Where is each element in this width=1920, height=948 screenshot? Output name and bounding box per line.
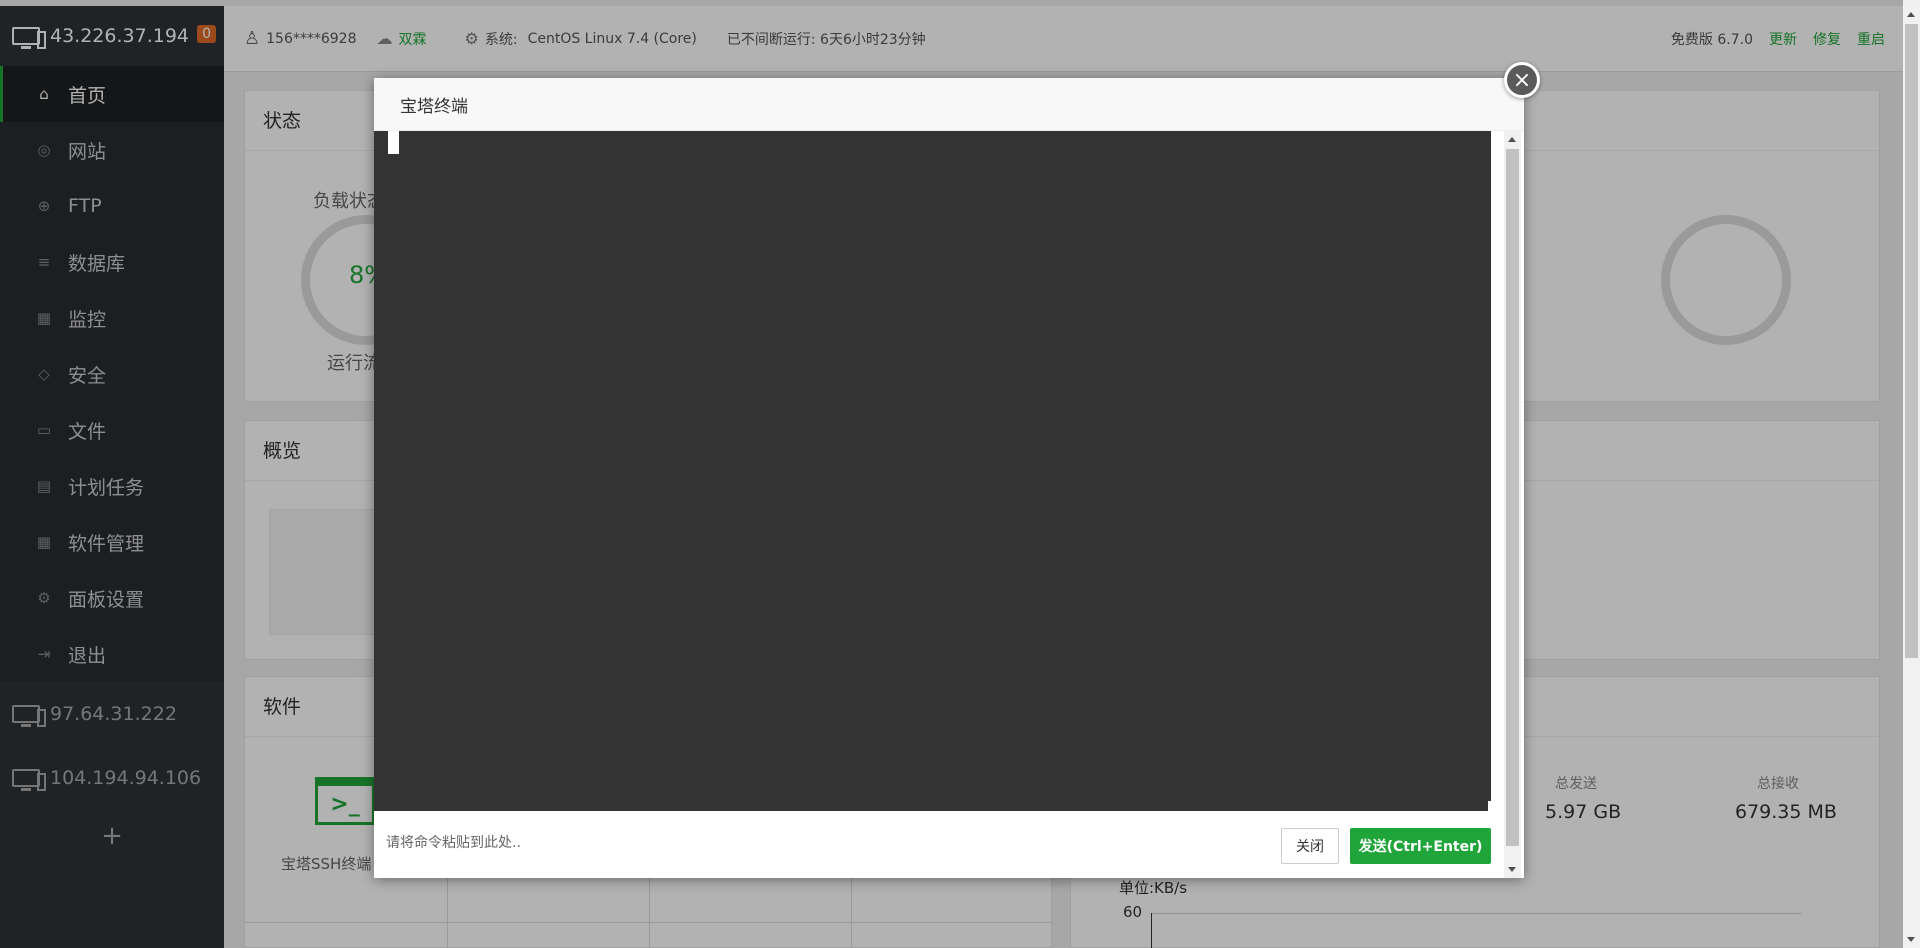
close-icon[interactable]: × (1504, 62, 1540, 98)
scroll-up-arrow-icon[interactable] (1907, 12, 1915, 17)
scroll-down-arrow-icon[interactable] (1508, 867, 1516, 872)
terminal-cursor (388, 131, 399, 154)
scroll-down-arrow-icon[interactable] (1907, 937, 1915, 942)
terminal-screen[interactable] (374, 131, 1488, 811)
modal-title: 宝塔终端 (400, 96, 468, 117)
modal-footer: 关闭 发送(Ctrl+Enter) (374, 811, 1491, 878)
page-scrollbar[interactable] (1903, 6, 1920, 948)
send-button[interactable]: 发送(Ctrl+Enter) (1350, 828, 1491, 864)
terminal-scroll-area (1488, 131, 1524, 878)
scrollbar-thumb[interactable] (1506, 149, 1519, 846)
scroll-up-arrow-icon[interactable] (1508, 137, 1516, 142)
terminal-edge (1488, 131, 1491, 801)
close-button[interactable]: 关闭 (1281, 828, 1339, 864)
terminal-scrollbar[interactable] (1504, 131, 1521, 878)
modal-header: 宝塔终端 (374, 78, 1524, 131)
scrollbar-thumb[interactable] (1905, 24, 1918, 658)
command-paste-input[interactable] (386, 823, 1086, 863)
terminal-modal: 宝塔终端 关闭 发送(Ctrl+Enter) (374, 78, 1524, 878)
